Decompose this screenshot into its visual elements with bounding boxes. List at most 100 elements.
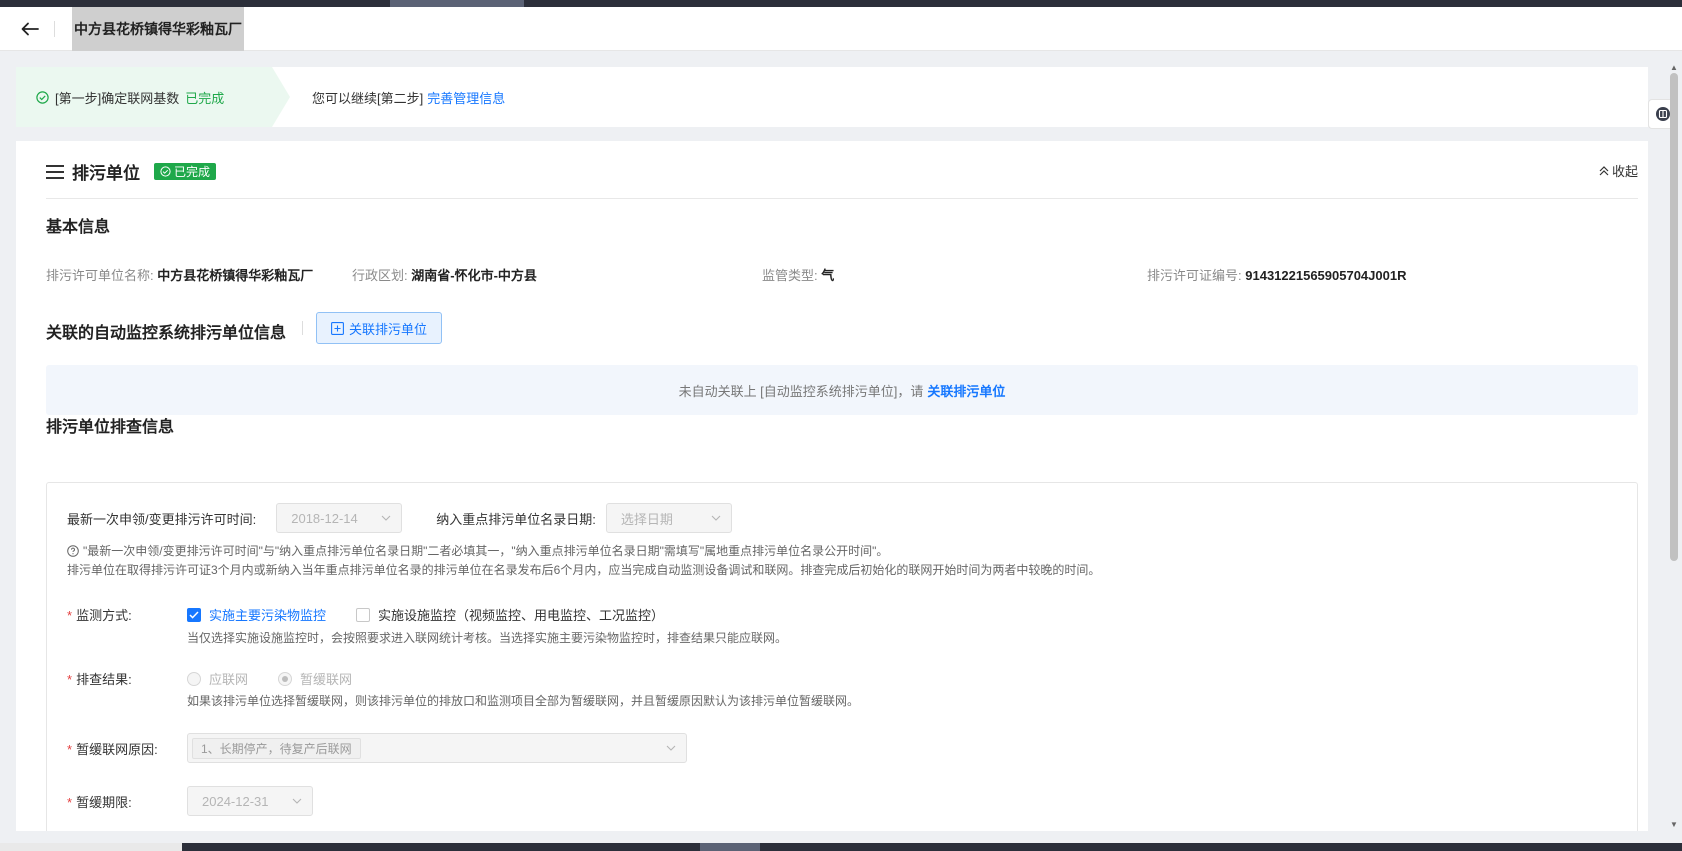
notice-text: 未自动关联上 [自动监控系统排污单位]，请 xyxy=(678,383,924,399)
browser-bottom-strip xyxy=(0,843,1682,851)
collapse-button[interactable]: 收起 xyxy=(1599,161,1638,180)
required-mark: * xyxy=(67,741,73,757)
inspection-info-title: 排污单位排查信息 xyxy=(46,419,175,436)
latest-permit-date-select[interactable]: 2018-12-14 xyxy=(276,503,403,533)
pollution-unit-card: 排污单位 已完成 收起 基本信息 排污许可单位名称: 中方县花桥镇得华彩釉瓦厂 … xyxy=(16,141,1648,831)
page-header: 中方县花桥镇得华彩釉瓦厂 xyxy=(0,7,1682,51)
deadline-label: * 暂缓期限: xyxy=(67,792,187,811)
plus-square-icon xyxy=(331,321,344,335)
deadline-row: * 暂缓期限: 2024-12-31 xyxy=(67,786,313,816)
result-opt1-radio[interactable] xyxy=(187,671,201,686)
status-badge: 已完成 xyxy=(154,163,217,180)
scroll-thumb[interactable] xyxy=(1670,73,1678,561)
chevron-down-icon xyxy=(666,745,676,751)
reason-select[interactable]: 1、长期停产，待复产后联网 xyxy=(187,733,687,763)
question-circle-icon xyxy=(67,544,79,557)
monitor-label: * 监测方式: xyxy=(67,605,187,624)
region-value: 湖南省-怀化市-中方县 xyxy=(411,268,537,283)
step-2: 您可以继续[第二步] 完善管理信息 xyxy=(312,67,505,127)
license-field: 排污许可证编号: 91431221565905704J001R xyxy=(1147,265,1406,284)
step-arrow xyxy=(272,67,290,127)
link-notice: 未自动关联上 [自动监控系统排污单位]，请 关联排污单位 xyxy=(46,365,1638,415)
latest-permit-label: 最新一次申领/变更排污许可时间: xyxy=(67,511,257,527)
monitor-hint: 当仅选择实施设施监控时，会按照要求进入联网统计考核。当选择实施主要污染物监控时，… xyxy=(187,631,788,645)
monitor-opt1-label[interactable]: 实施主要污染物监控 xyxy=(209,605,326,624)
latest-permit-date-value: 2018-12-14 xyxy=(291,510,358,526)
deadline-select[interactable]: 2024-12-31 xyxy=(187,786,313,816)
result-opt1-label[interactable]: 应联网 xyxy=(209,669,248,688)
check-icon xyxy=(189,610,199,619)
type-label: 监管类型: xyxy=(762,268,818,283)
basic-info-title: 基本信息 xyxy=(46,219,111,236)
link-unit-button-label: 关联排污单位 xyxy=(349,321,428,337)
monitor-row: * 监测方式: 实施主要污染物监控 实施设施监控（视频监控、用电监控、工况监控） xyxy=(67,605,664,624)
bottom-strip-mid xyxy=(700,843,760,851)
check-circle-icon xyxy=(160,166,171,177)
required-mark: * xyxy=(67,794,73,810)
result-opt2-label[interactable]: 暂缓联网 xyxy=(300,669,352,688)
result-row: * 排查结果: 应联网 暂缓联网 xyxy=(67,669,352,688)
back-button[interactable] xyxy=(16,16,44,42)
bottom-strip-left xyxy=(0,843,182,851)
step-2-link[interactable]: 完善管理信息 xyxy=(427,88,505,107)
type-value: 气 xyxy=(821,268,835,283)
deadline-label-text: 暂缓期限: xyxy=(76,794,132,810)
key-date-placeholder: 选择日期 xyxy=(620,511,673,527)
monitor-opt2-label[interactable]: 实施设施监控（视频监控、用电监控、工况监控） xyxy=(378,605,664,624)
check-circle-icon xyxy=(36,90,49,104)
scroll-up-icon[interactable]: ▲ xyxy=(1670,63,1678,72)
date-row: 最新一次申领/变更排污许可时间: 2018-12-14 纳入重点排污单位名录日期… xyxy=(67,503,732,533)
deadline-value: 2024-12-31 xyxy=(202,793,269,809)
section-title: 排污单位 xyxy=(72,164,140,183)
page-title: 中方县花桥镇得华彩釉瓦厂 xyxy=(72,7,244,51)
link-unit-button[interactable]: 关联排污单位 xyxy=(316,312,443,344)
scroll-down-icon[interactable]: ▼ xyxy=(1670,820,1678,829)
radio-dot xyxy=(282,675,289,682)
date-hint-1-text: "最新一次申领/变更排污许可时间"与"纳入重点排污单位名录日期"二者必填其一，"… xyxy=(83,544,889,558)
unit-name-label: 排污许可单位名称: xyxy=(46,268,154,283)
monitor-label-text: 监测方式: xyxy=(76,608,132,623)
required-mark: * xyxy=(67,608,73,623)
key-date-select[interactable]: 选择日期 xyxy=(605,503,732,533)
card-title: 排污单位 已完成 xyxy=(46,159,217,184)
date-hint-2: 排污单位在取得排污许可证3个月内或新纳入当年重点排污单位名录的排污单位在名录发布… xyxy=(67,563,1101,577)
region-label: 行政区划: xyxy=(352,268,408,283)
license-label: 排污许可证编号: xyxy=(1147,268,1242,283)
result-label: * 排查结果: xyxy=(67,669,187,688)
chevron-down-icon xyxy=(292,798,302,804)
step-1-content: [第一步]确定联网基数 已完成 xyxy=(36,67,224,127)
notice-link[interactable]: 关联排污单位 xyxy=(927,381,1005,400)
steps-bar: [第一步]确定联网基数 已完成 您可以继续[第二步] 完善管理信息 xyxy=(16,67,1648,127)
browser-top-strip xyxy=(0,0,1682,7)
scrollbar[interactable]: ▲ ▼ xyxy=(1668,63,1680,829)
menu-icon xyxy=(46,164,64,179)
chevron-down-icon xyxy=(711,515,721,521)
required-mark: * xyxy=(67,672,73,687)
unit-name-field: 排污许可单位名称: 中方县花桥镇得华彩釉瓦厂 xyxy=(46,265,313,284)
result-opt2-radio[interactable] xyxy=(278,671,293,686)
result-hint: 如果该排污单位选择暂缓联网，则该排污单位的排放口和监测项目全部为暂缓联网，并且暂… xyxy=(187,694,860,708)
type-field: 监管类型: 气 xyxy=(762,265,834,284)
step-1-status: 已完成 xyxy=(185,90,225,106)
region-field: 行政区划: 湖南省-怀化市-中方县 xyxy=(352,265,537,284)
key-date-label: 纳入重点排污单位名录日期: xyxy=(436,511,596,527)
arrow-left-icon xyxy=(21,22,39,36)
active-tab-hint xyxy=(390,0,524,7)
result-label-text: 排查结果: xyxy=(76,672,132,687)
double-chevron-up-icon xyxy=(1599,165,1609,175)
collapse-label: 收起 xyxy=(1611,164,1638,179)
inspection-form: 最新一次申领/变更排污许可时间: 2018-12-14 纳入重点排污单位名录日期… xyxy=(46,482,1638,831)
reason-row: * 暂缓联网原因: 1、长期停产，待复产后联网 xyxy=(67,733,687,763)
unit-name-value: 中方县花桥镇得华彩釉瓦厂 xyxy=(157,268,314,283)
title-separator xyxy=(302,321,303,335)
linked-info-title: 关联的自动监控系统排污单位信息 xyxy=(46,325,287,342)
step-2-label: 您可以继续[第二步] xyxy=(312,90,424,106)
reason-label: * 暂缓联网原因: xyxy=(67,739,187,758)
step-1-label: [第一步]确定联网基数 xyxy=(55,90,180,106)
basic-info-row: 排污许可单位名称: 中方县花桥镇得华彩釉瓦厂 行政区划: 湖南省-怀化市-中方县… xyxy=(46,265,1638,285)
monitor-opt1-checkbox[interactable] xyxy=(187,607,201,622)
license-value: 91431221565905704J001R xyxy=(1245,268,1407,283)
header-divider xyxy=(54,21,55,37)
reason-label-text: 暂缓联网原因: xyxy=(76,741,158,757)
monitor-opt2-checkbox[interactable] xyxy=(356,607,371,622)
